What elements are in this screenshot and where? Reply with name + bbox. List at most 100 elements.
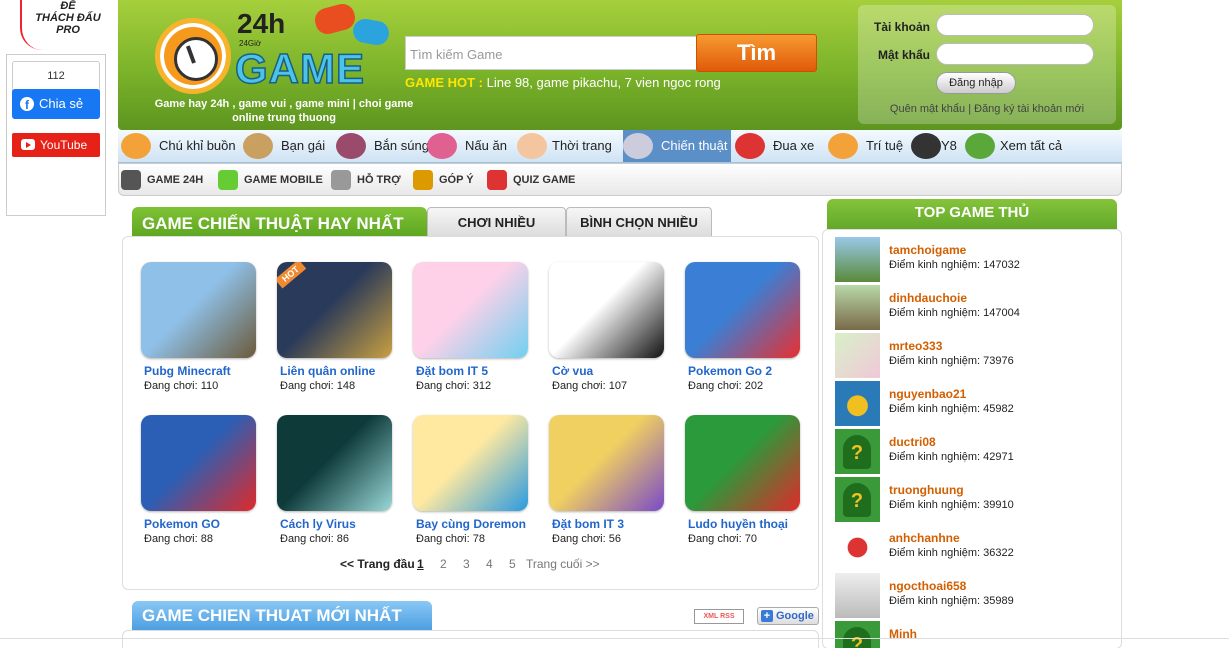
pager-first[interactable]: << Trang đầu (340, 557, 415, 571)
game-title[interactable]: Đặt bom IT 3 (552, 517, 624, 531)
avatar[interactable]: ? (835, 429, 880, 474)
subnav-3[interactable]: HỖ TRỢ (331, 164, 401, 196)
game-thumbnail[interactable]: HOT (277, 262, 392, 358)
game-title[interactable]: Pokemon Go 2 (688, 364, 772, 378)
game-thumbnail[interactable] (549, 262, 664, 358)
avatar[interactable]: ? (835, 477, 880, 522)
game-title[interactable]: Cờ vua (552, 364, 593, 378)
player-row: ngocthoai658 Điểm kinh nghiệm: 35989 (835, 573, 1115, 619)
username-field[interactable] (936, 14, 1094, 36)
facebook-share-button[interactable]: f Chia sẻ (12, 89, 100, 119)
search-input[interactable]: Tìm kiếm Game (405, 36, 697, 70)
avatar[interactable] (835, 573, 880, 618)
pager-page[interactable]: 5 (509, 557, 516, 571)
player-row: ? truonghuung Điểm kinh nghiệm: 39910 (835, 477, 1115, 523)
register-link[interactable]: Đăng ký tài khoản mới (974, 103, 1084, 115)
subnav-2[interactable]: GAME MOBILE (218, 164, 323, 196)
avatar[interactable] (835, 381, 880, 426)
top-players-title: TOP GAME THỦ (827, 199, 1117, 229)
player-name[interactable]: mrteo333 (889, 339, 942, 353)
avatar[interactable] (835, 525, 880, 570)
category-2[interactable]: Bạn gái (243, 130, 333, 162)
gamepad-icon (351, 17, 391, 47)
game-title[interactable]: Ludo huyền thoại (688, 517, 788, 531)
game-title[interactable]: Liên quân online (280, 364, 375, 378)
search-button[interactable]: Tìm (696, 34, 817, 72)
game-card[interactable]: Cách ly Virus Đang chơi: 86 (277, 415, 397, 555)
category-1[interactable]: Chú khỉ buồn (121, 130, 239, 162)
challenge-promo[interactable]: ĐỂ THÁCH ĐẤU PRO (18, 0, 118, 50)
playing-value: 78 (472, 533, 485, 545)
player-name[interactable]: truonghuung (889, 483, 964, 497)
game-title[interactable]: Bay cùng Doremon (416, 517, 526, 531)
pager-page[interactable]: 4 (486, 557, 493, 571)
pager-page[interactable]: 2 (440, 557, 447, 571)
category-8[interactable]: Trí tuệ (828, 130, 908, 162)
facebook-share-widget: 112 f Chia sẻ (12, 61, 100, 119)
player-name[interactable]: nguyenbao21 (889, 387, 966, 401)
player-name[interactable]: ngocthoai658 (889, 579, 966, 593)
game-thumbnail[interactable] (549, 415, 664, 511)
game-title[interactable]: Pokemon GO (144, 517, 220, 531)
pager-page[interactable]: 3 (463, 557, 470, 571)
category-10[interactable]: Xem tất cả (965, 130, 1065, 162)
game-thumbnail[interactable] (277, 415, 392, 511)
add-to-google-button[interactable]: Google (757, 607, 819, 625)
player-name[interactable]: dinhdauchoie (889, 291, 967, 305)
youtube-button[interactable]: YouTube (12, 133, 100, 157)
login-button[interactable]: Đăng nhập (936, 72, 1016, 94)
game-title[interactable]: Pubg Minecraft (144, 364, 231, 378)
facebook-icon: f (20, 97, 34, 111)
game-thumbnail[interactable] (685, 262, 800, 358)
game-thumbnail[interactable] (685, 415, 800, 511)
game-card[interactable]: Pokemon GO Đang chơi: 88 (141, 415, 261, 555)
pen-icon (413, 170, 433, 190)
game-card[interactable]: Ludo huyền thoại Đang chơi: 70 (685, 415, 805, 555)
avatar[interactable] (835, 285, 880, 330)
game-card[interactable]: Pokemon Go 2 Đang chơi: 202 (685, 262, 805, 402)
password-field[interactable] (936, 43, 1094, 65)
site-logo[interactable]: 24h 24Giờ GAME (155, 1, 391, 96)
pager-last[interactable]: Trang cuối >> (526, 557, 600, 571)
avatar[interactable] (835, 333, 880, 378)
game-thumbnail[interactable] (413, 415, 528, 511)
player-score: Điểm kinh nghiệm: 36322 (889, 547, 1014, 559)
category-4[interactable]: Nấu ăn (427, 130, 513, 162)
tools-icon (331, 170, 351, 190)
game-thumbnail[interactable] (141, 415, 256, 511)
game-card[interactable]: Pubg Minecraft Đang chơi: 110 (141, 262, 261, 402)
fashion-icon (517, 133, 547, 159)
player-name[interactable]: anhchanhne (889, 531, 960, 545)
category-7[interactable]: Đua xe (735, 130, 825, 162)
playing-label: Đang chơi: (280, 533, 334, 545)
avatar[interactable]: ? (835, 621, 880, 648)
game-thumbnail[interactable] (141, 262, 256, 358)
avatar[interactable] (835, 237, 880, 282)
game-card[interactable]: HOT Liên quân online Đang chơi: 148 (277, 262, 397, 402)
game-card[interactable]: Cờ vua Đang chơi: 107 (549, 262, 669, 402)
category-5[interactable]: Thời trang (517, 130, 617, 162)
category-9[interactable]: Y8 (911, 130, 961, 162)
category-6[interactable]: Chiến thuật (623, 130, 731, 162)
player-name[interactable]: ductri08 (889, 435, 936, 449)
game-card[interactable]: Đặt bom IT 3 Đang chơi: 56 (549, 415, 669, 555)
subnav-1[interactable]: GAME 24H (121, 164, 203, 196)
score-value: 147004 (983, 307, 1020, 319)
game-title[interactable]: Cách ly Virus (280, 517, 356, 531)
game-card[interactable]: Bay cùng Doremon Đang chơi: 78 (413, 415, 533, 555)
logo-24h: 24h (237, 8, 286, 39)
game-thumbnail[interactable] (413, 262, 528, 358)
pager-page[interactable]: 1 (417, 557, 424, 571)
player-name[interactable]: tamchoigame (889, 243, 966, 257)
category-3[interactable]: Bắn súng (336, 130, 429, 162)
tab-most-played[interactable]: CHƠI NHIỀU (427, 207, 566, 237)
subnav-4[interactable]: GÓP Ý (413, 164, 474, 196)
tab-most-voted[interactable]: BÌNH CHỌN NHIỀU (566, 207, 712, 237)
game-card[interactable]: Đặt bom IT 5 Đang chơi: 312 (413, 262, 533, 402)
game-title[interactable]: Đặt bom IT 5 (416, 364, 488, 378)
hot-games-links[interactable]: Line 98, game pikachu, 7 vien ngoc rong (487, 75, 721, 90)
rss-feed-button[interactable]: XML RSS (694, 609, 744, 624)
game-playing-count: Đang chơi: 148 (280, 380, 355, 392)
forgot-password-link[interactable]: Quên mật khẩu (890, 103, 965, 115)
subnav-5[interactable]: QUIZ GAME (487, 164, 575, 196)
